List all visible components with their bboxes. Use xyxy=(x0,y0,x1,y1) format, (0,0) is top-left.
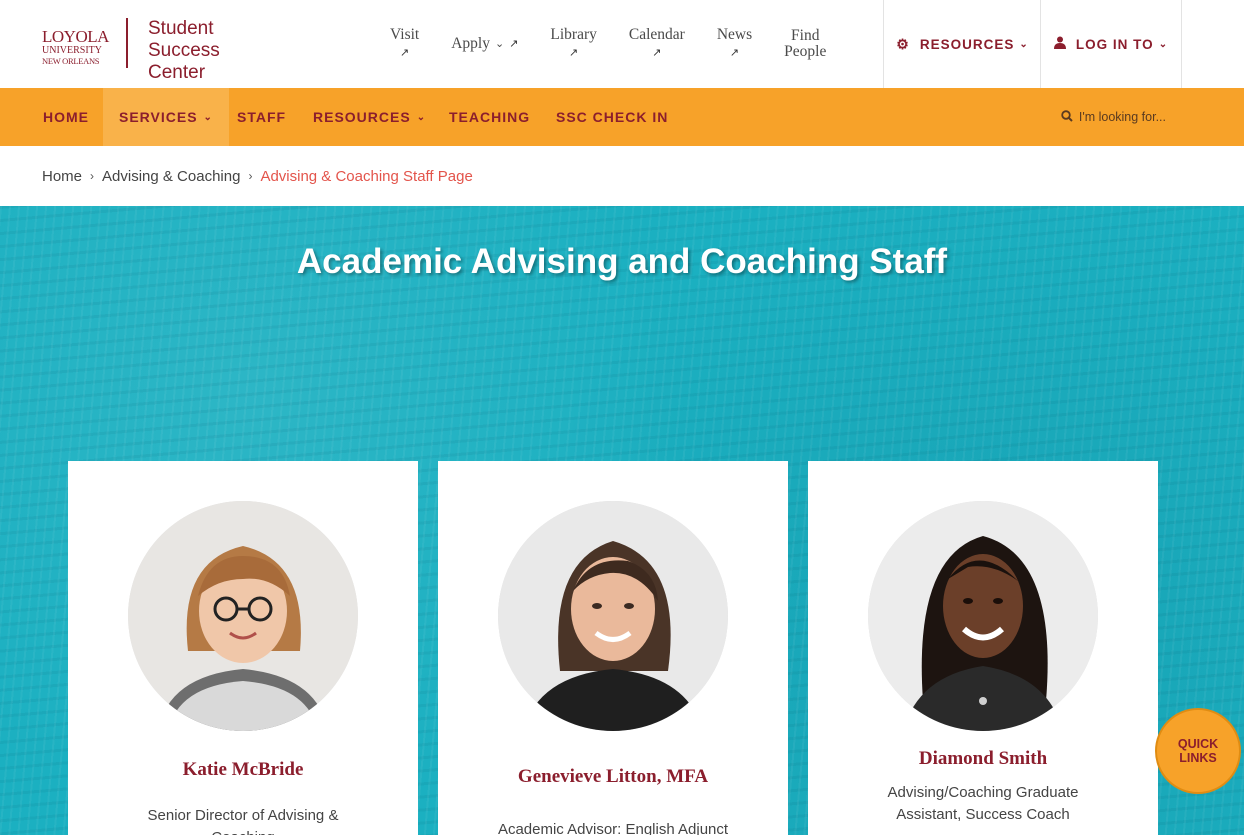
resources-dropdown-button[interactable]: ⚙ RESOURCES ⌄ xyxy=(883,0,1041,88)
chevron-right-icon: › xyxy=(90,169,95,183)
chevron-down-icon: ⌄ xyxy=(1019,38,1029,50)
top-header: LOYOLA UNIVERSITY NEW ORLEANS Student Su… xyxy=(0,0,1244,88)
search-icon xyxy=(1061,109,1073,125)
logo-line-university: UNIVERSITY xyxy=(42,45,102,56)
nav-item-label: TEACHING xyxy=(449,109,531,125)
staff-title: Senior Director of Advising & Coaching xyxy=(147,807,339,835)
chevron-down-icon: ⌄ xyxy=(416,111,427,123)
top-link-label: News xyxy=(716,26,753,43)
nav-item-resources[interactable]: RESOURCES ⌄ xyxy=(313,88,426,146)
breadcrumb: Home › Advising & Coaching › Advising & … xyxy=(0,146,1244,206)
top-link-find-people[interactable]: Find People xyxy=(768,0,842,88)
page-title: Academic Advising and Coaching Staff xyxy=(296,242,948,281)
staff-name: Katie McBride xyxy=(182,759,304,780)
site-logo[interactable]: LOYOLA UNIVERSITY NEW ORLEANS Student Su… xyxy=(42,18,220,84)
nav-item-label: HOME xyxy=(43,109,89,125)
quick-links-button[interactable]: QUICK LINKS xyxy=(1155,708,1241,794)
site-name-line-3: Center xyxy=(148,62,206,83)
staff-photo-katie-mcbride xyxy=(128,501,358,731)
nav-item-ssc-check-in[interactable]: SSC CHECK IN xyxy=(556,88,668,146)
main-nav: HOME SERVICES ⌄ STAFF RESOURCES ⌄ TEACHI… xyxy=(0,88,1244,146)
nav-item-services[interactable]: SERVICES ⌄ xyxy=(103,88,229,146)
top-link-apply[interactable]: Apply ⌄ ↗ xyxy=(435,0,534,88)
top-link-calendar[interactable]: Calendar ↗ xyxy=(613,0,701,88)
external-link-icon: ↗ xyxy=(729,47,740,59)
nav-item-staff[interactable]: STAFF xyxy=(237,88,286,146)
site-name: Student Success Center xyxy=(148,18,220,84)
gear-icon: ⚙ xyxy=(896,35,910,52)
top-link-label: Library xyxy=(550,26,597,43)
external-link-icon: ↗ xyxy=(400,47,410,59)
user-icon xyxy=(1053,36,1066,52)
loyola-logo-mark: LOYOLA UNIVERSITY NEW ORLEANS xyxy=(42,18,109,66)
site-search[interactable]: I'm looking for... xyxy=(1061,88,1166,146)
logo-divider xyxy=(126,18,128,68)
external-link-icon: ↗ xyxy=(652,47,662,59)
staff-photo-genevieve-litton xyxy=(498,501,728,731)
staff-photo-diamond-smith xyxy=(868,501,1098,731)
logo-line-loyola: LOYOLA xyxy=(42,27,109,46)
top-link-label: Apply xyxy=(451,35,490,52)
nav-item-home[interactable]: HOME xyxy=(43,88,89,146)
search-placeholder: I'm looking for... xyxy=(1078,110,1166,124)
login-dropdown-button[interactable]: LOG IN TO ⌄ xyxy=(1040,0,1182,88)
nav-item-label: SERVICES xyxy=(119,109,198,125)
login-button-label: LOG IN TO xyxy=(1075,36,1154,52)
chevron-down-icon: ⌄ xyxy=(1158,38,1169,50)
quick-links-label-line-2: LINKS xyxy=(1179,751,1217,765)
logo-line-new-orleans: NEW ORLEANS xyxy=(42,56,100,66)
chevron-right-icon: › xyxy=(248,169,253,183)
nav-item-teaching[interactable]: TEACHING xyxy=(449,88,530,146)
nav-item-label: RESOURCES xyxy=(313,109,411,125)
top-link-label: Calendar xyxy=(628,26,685,43)
nav-item-label: STAFF xyxy=(237,109,287,125)
staff-title: Academic Advisor: English Adjunct xyxy=(497,821,729,835)
nav-item-label: SSC CHECK IN xyxy=(556,109,669,125)
staff-card: Diamond Smith Advising/Coaching Graduate… xyxy=(808,461,1158,835)
breadcrumb-advising-coaching[interactable]: Advising & Coaching xyxy=(102,168,240,185)
site-name-line-1: Student xyxy=(148,18,214,39)
top-link-label-line-1: Find xyxy=(791,27,820,44)
staff-name: Diamond Smith xyxy=(918,748,1048,769)
quick-links-label-line-1: QUICK xyxy=(1177,737,1219,751)
external-link-icon: ↗ xyxy=(509,38,519,50)
top-link-news[interactable]: News ↗ xyxy=(701,0,768,88)
hero-section: Academic Advising and Coaching Staff Kat… xyxy=(0,206,1244,835)
top-link-library[interactable]: Library ↗ xyxy=(534,0,612,88)
utility-nav: Visit ↗ Apply ⌄ ↗ Library ↗ Calendar ↗ N… xyxy=(374,0,842,88)
breadcrumb-home[interactable]: Home xyxy=(42,168,82,185)
top-link-label-line-2: People xyxy=(784,43,827,60)
staff-name: Genevieve Litton, MFA xyxy=(517,766,709,787)
resources-button-label: RESOURCES xyxy=(919,36,1015,52)
staff-card: Katie McBride Senior Director of Advisin… xyxy=(68,461,418,835)
external-link-icon: ↗ xyxy=(569,47,579,59)
top-link-label: Visit xyxy=(390,26,420,43)
staff-title: Advising/Coaching Graduate Assistant, Su… xyxy=(887,784,1079,823)
staff-card: Genevieve Litton, MFA Academic Advisor: … xyxy=(438,461,788,835)
top-link-visit[interactable]: Visit ↗ xyxy=(374,0,435,88)
site-name-line-2: Success xyxy=(148,40,220,61)
breadcrumb-current-page: Advising & Coaching Staff Page xyxy=(260,167,473,185)
chevron-down-icon: ⌄ xyxy=(203,111,213,123)
chevron-down-icon: ⌄ xyxy=(494,38,505,50)
